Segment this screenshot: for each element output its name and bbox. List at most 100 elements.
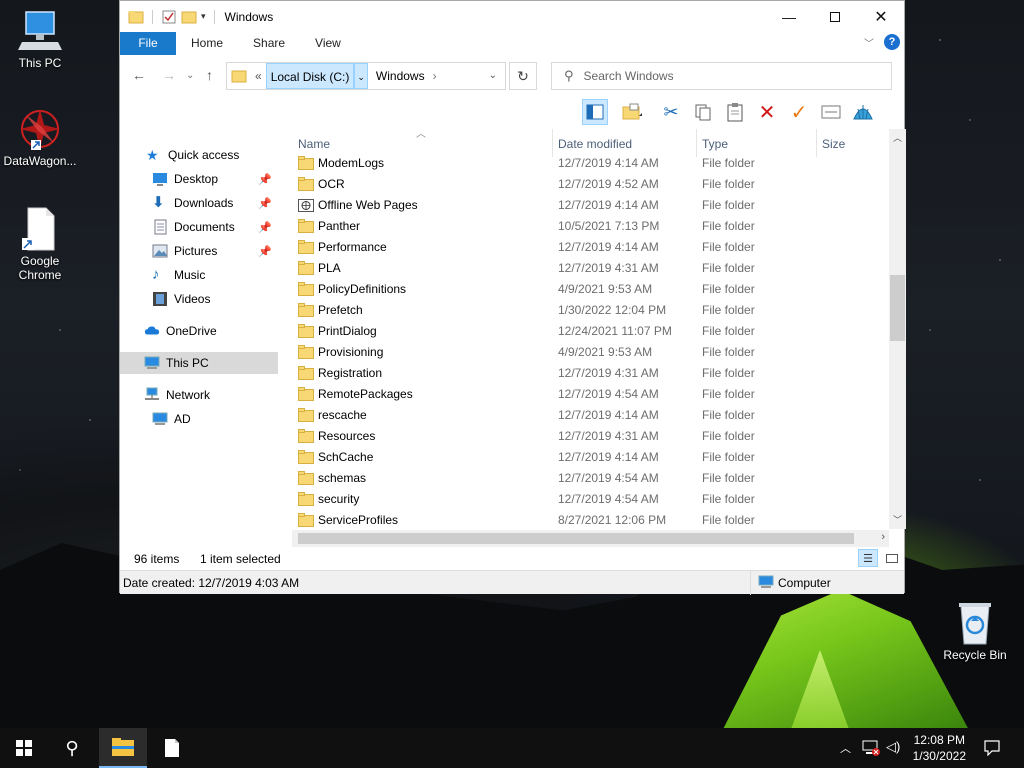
taskbar-file-explorer[interactable] [99, 728, 147, 768]
customize-qat-icon[interactable]: ▾ [201, 11, 206, 22]
help-button[interactable]: ? [884, 34, 900, 50]
expand-ribbon-icon[interactable]: ﹀ [864, 35, 874, 50]
address-dropdown-icon[interactable]: ⌄ [485, 63, 501, 89]
breadcrumb-arrow-icon[interactable]: › [429, 63, 441, 89]
nav-quick-access[interactable]: ★ Quick access [120, 144, 278, 166]
maximize-button[interactable] [812, 1, 858, 32]
breadcrumb-chevron-icon[interactable]: ⌄ [354, 63, 368, 89]
new-folder-button[interactable] [614, 99, 652, 125]
nav-videos[interactable]: Videos [120, 288, 278, 310]
nav-network[interactable]: Network [120, 384, 278, 406]
scissors-icon: ✂ [663, 101, 679, 122]
tab-file[interactable]: File [120, 32, 176, 55]
file-row[interactable]: PLA 12/7/2019 4:31 AM File folder [292, 258, 888, 279]
recent-locations-icon[interactable]: ⌄ [186, 70, 194, 81]
properties-button[interactable] [818, 99, 844, 125]
file-row[interactable]: PrintDialog 12/24/2021 11:07 PM File folde… [292, 321, 888, 342]
nav-ad[interactable]: AD [120, 408, 278, 430]
pin-icon[interactable]: 📌 [258, 173, 272, 186]
breadcrumb-windows[interactable]: Windows [372, 63, 429, 89]
file-row[interactable]: Prefetch 1/30/2022 12:04 PM File folder [292, 300, 888, 321]
column-size[interactable]: Size [816, 133, 845, 155]
back-button[interactable]: ← [132, 67, 146, 83]
file-row[interactable]: Registration 12/7/2019 4:31 AM File folder [292, 363, 888, 384]
taskbar-blank-document[interactable] [150, 728, 194, 768]
desktop-icon-google-chrome[interactable]: Google Chrome [0, 206, 80, 282]
properties-icon[interactable] [161, 9, 177, 25]
close-button[interactable]: ✕ [858, 1, 904, 32]
desktop-icon-recycle-bin[interactable]: Recycle Bin [935, 600, 1015, 662]
tab-view[interactable]: View [300, 32, 356, 55]
nav-music[interactable]: ♪ Music [120, 264, 278, 286]
tab-home[interactable]: Home [176, 32, 238, 55]
file-type: File folder [702, 471, 755, 485]
file-name: Offline Web Pages [318, 198, 418, 212]
network-status-icon[interactable] [862, 740, 880, 756]
shell-button[interactable] [850, 99, 876, 125]
file-row[interactable]: Panther 10/5/2021 7:13 PM File folder [292, 216, 888, 237]
column-type[interactable]: Type [696, 133, 728, 155]
nav-this-pc[interactable]: This PC [120, 352, 278, 374]
file-row[interactable]: rescache 12/7/2019 4:14 AM File folder [292, 405, 888, 426]
file-row[interactable]: Provisioning 4/9/2021 9:53 AM File folder [292, 342, 888, 363]
title-bar[interactable]: ▾ Windows — ✕ [120, 1, 904, 32]
scroll-right-icon[interactable]: › [881, 531, 885, 543]
up-button[interactable]: ↑ [206, 67, 213, 83]
delete-button[interactable]: ✕ [754, 99, 780, 125]
file-row[interactable]: PolicyDefinitions 4/9/2021 9:53 AM File fo… [292, 279, 888, 300]
breadcrumb-local-disk[interactable]: Local Disk (C:) [265, 63, 355, 89]
address-overflow[interactable]: « [251, 63, 266, 89]
minimize-button[interactable]: — [766, 1, 812, 32]
file-row[interactable]: RemotePackages 12/7/2019 4:54 AM File fold… [292, 384, 888, 405]
forward-button[interactable]: → [162, 67, 176, 83]
volume-icon[interactable]: ◁) [886, 739, 900, 755]
refresh-button[interactable]: ↻ [509, 62, 537, 90]
pin-icon[interactable]: 📌 [258, 197, 272, 210]
scroll-down-icon[interactable]: ﹀ [893, 513, 902, 526]
paste-button[interactable] [722, 99, 748, 125]
pin-icon[interactable]: 📌 [258, 221, 272, 234]
star-icon: ★ [146, 147, 159, 163]
desktop-icon-this-pc[interactable]: This PC [0, 8, 80, 70]
desktop-icon-datawagon[interactable]: DataWagon... [0, 106, 80, 168]
file-row[interactable]: schemas 12/7/2019 4:54 AM File folder [292, 468, 888, 489]
horizontal-scroll-thumb[interactable] [298, 533, 854, 544]
start-button[interactable] [0, 728, 48, 768]
file-row[interactable]: OCR 12/7/2019 4:52 AM File folder [292, 174, 888, 195]
details-view-button[interactable]: ☰ [858, 549, 878, 567]
vertical-scrollbar[interactable]: ︿ ﹀ [889, 129, 906, 529]
nav-pictures[interactable]: Pictures 📌 [120, 240, 278, 262]
file-row[interactable]: ServiceProfiles 8/27/2021 12:06 PM File fo… [292, 510, 888, 529]
clock[interactable]: 12:08 PM 1/30/2022 [913, 732, 966, 764]
rename-button[interactable]: ✓ [786, 99, 812, 125]
vertical-scroll-thumb[interactable] [890, 275, 905, 341]
large-icons-view-button[interactable] [882, 549, 902, 567]
new-folder-icon[interactable] [181, 9, 197, 25]
address-bar[interactable]: « Local Disk (C:) ⌄ Windows › ⌄ [226, 62, 506, 90]
search-box[interactable]: ⚲ Search Windows [551, 62, 892, 90]
file-row[interactable]: Resources 12/7/2019 4:31 AM File folder [292, 426, 888, 447]
nav-desktop[interactable]: Desktop 📌 [120, 168, 278, 190]
copy-button[interactable] [690, 99, 716, 125]
nav-downloads[interactable]: ⬇ Downloads 📌 [120, 192, 278, 214]
notifications-icon[interactable] [984, 740, 1000, 756]
file-row[interactable]: ModemLogs 12/7/2019 4:14 AM File folder [292, 153, 888, 174]
nav-documents[interactable]: Documents 📌 [120, 216, 278, 238]
file-date-modified: 12/7/2019 4:54 AM [558, 471, 659, 485]
file-row[interactable]: Performance 12/7/2019 4:14 AM File folder [292, 237, 888, 258]
scroll-up-icon[interactable]: ︿ [893, 131, 902, 144]
navigation-pane-button[interactable] [582, 99, 608, 125]
column-date-modified[interactable]: Date modified [552, 133, 632, 155]
cut-button[interactable]: ✂ [658, 99, 684, 125]
file-row[interactable]: Offline Web Pages 12/7/2019 4:14 AM File f… [292, 195, 888, 216]
nav-onedrive[interactable]: OneDrive [120, 320, 278, 342]
search-button[interactable]: ⚲ [48, 728, 96, 768]
pin-icon[interactable]: 📌 [258, 245, 272, 258]
horizontal-scrollbar[interactable]: › [292, 530, 889, 547]
show-hidden-icons-icon[interactable]: ︿ [840, 740, 851, 756]
file-row[interactable]: SchCache 12/7/2019 4:14 AM File folder [292, 447, 888, 468]
column-name[interactable]: Name [292, 133, 330, 155]
tab-share[interactable]: Share [238, 32, 300, 55]
file-row[interactable]: security 12/7/2019 4:54 AM File folder [292, 489, 888, 510]
search-icon: ⚲ [65, 737, 79, 758]
